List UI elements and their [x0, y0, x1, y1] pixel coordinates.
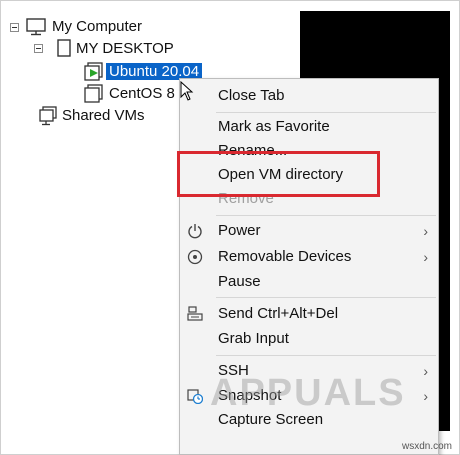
- submenu-arrow-icon: ›: [423, 223, 428, 239]
- menu-item-label: Power: [218, 222, 261, 239]
- menu-separator: [216, 355, 436, 356]
- menu-item-grab-input[interactable]: Grab Input: [180, 327, 438, 351]
- highlight-box: [177, 151, 380, 197]
- collapse-toggle[interactable]: [10, 23, 19, 32]
- menu-item-send-ctrl-alt-del[interactable]: Send Ctrl+Alt+Del: [180, 302, 438, 326]
- vm-running-icon: [84, 62, 103, 81]
- menu-item-label: Send Ctrl+Alt+Del: [218, 305, 339, 322]
- disc-icon: [187, 249, 203, 265]
- tree-item-label: My Computer: [52, 18, 143, 35]
- tree-item-centos[interactable]: CentOS 8: [109, 83, 175, 105]
- tree-item-shared-vms[interactable]: Shared VMs: [62, 105, 145, 127]
- menu-separator: [216, 297, 436, 298]
- monitor-icon: [26, 18, 46, 36]
- menu-item-label: Close Tab: [218, 87, 285, 104]
- menu-item-label: Removable Devices: [218, 248, 352, 265]
- tree-item-label: CentOS 8: [109, 85, 175, 102]
- submenu-arrow-icon: ›: [423, 388, 428, 404]
- power-icon: [188, 224, 202, 239]
- submenu-arrow-icon: ›: [423, 249, 428, 265]
- menu-item-mark-favorite[interactable]: Mark as Favorite: [180, 115, 438, 139]
- menu-item-pause[interactable]: Pause: [180, 270, 438, 294]
- collapse-toggle[interactable]: [34, 44, 43, 53]
- menu-separator: [216, 215, 436, 216]
- snapshot-icon: [187, 389, 203, 404]
- vm-icon: [84, 84, 103, 103]
- menu-item-label: Pause: [218, 273, 261, 290]
- tree-item-my-desktop[interactable]: MY DESKTOP: [76, 38, 174, 60]
- menu-separator: [216, 112, 436, 113]
- menu-item-power[interactable]: Power ›: [180, 219, 438, 243]
- document-icon: [57, 39, 71, 57]
- keyboard-icon: [187, 306, 203, 321]
- menu-item-close-tab[interactable]: Close Tab: [180, 84, 438, 108]
- tree-item-my-computer[interactable]: My Computer: [52, 16, 142, 38]
- shared-vms-icon: [39, 106, 57, 126]
- credit-text: wsxdn.com: [401, 441, 452, 452]
- menu-item-label: Grab Input: [218, 330, 289, 347]
- watermark-logo: APPUALS: [210, 372, 406, 414]
- mouse-cursor-icon: [180, 81, 194, 101]
- menu-item-removable-devices[interactable]: Removable Devices ›: [180, 245, 438, 269]
- tree-item-label: Shared VMs: [62, 107, 145, 124]
- menu-item-label: Mark as Favorite: [218, 118, 330, 135]
- submenu-arrow-icon: ›: [423, 363, 428, 379]
- tree-item-label: MY DESKTOP: [76, 40, 174, 57]
